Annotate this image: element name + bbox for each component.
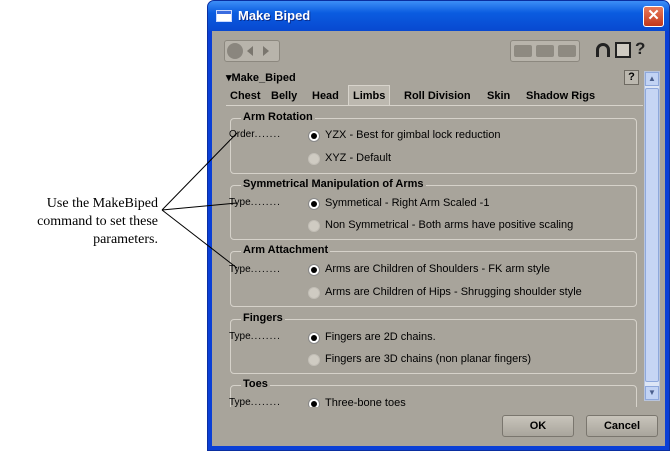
option-xyz: XYZ - Default [325,152,392,164]
tab-head[interactable]: Head [308,87,343,105]
scroll-down-icon[interactable]: ▼ [645,386,659,400]
row-label-type: Type........ [229,197,281,208]
close-button[interactable]: ✕ [643,6,664,27]
toolbar-left-group [224,40,280,62]
callout-line-1: Use the MakeBiped [46,196,158,211]
radio-arms-children-of-shoulders[interactable] [308,264,320,276]
option-yzx: YZX - Best for gimbal lock reduction [325,129,501,141]
group-symmetrical-manipulation: Symmetrical Manipulation of Arms Type...… [229,178,637,240]
option-arms-children-of-shoulders: Arms are Children of Shoulders - FK arm … [325,263,550,275]
tab-skin[interactable]: Skin [483,87,514,105]
option-fingers-2d: Fingers are 2D chains. [325,331,436,343]
group-fingers: Fingers Type........ Fingers are 2D chai… [229,312,637,374]
group-title: Arm Attachment [241,244,331,256]
make-biped-window: Make Biped ✕ ? ▾Make_Biped ? Chest Belly… [207,0,670,451]
dialog-client: ? ▾Make_Biped ? Chest Belly Head Limbs R… [212,31,665,446]
label-text: Order [229,129,255,140]
group-toes: Toes Type........ Three-bone toes [229,378,637,407]
title-bar[interactable]: Make Biped ✕ [208,1,669,31]
option-symmetical: Symmetical - Right Arm Scaled -1 [325,197,490,209]
option-non-symmetrical: Non Symmetrical - Both arms have positiv… [325,219,574,231]
label-text: Type [229,264,251,275]
ok-button[interactable]: OK [502,415,574,437]
option-three-bone-toes: Three-bone toes [325,397,406,407]
magnet-icon[interactable] [596,43,610,57]
tab-limbs[interactable]: Limbs [348,85,391,105]
arrow-left-icon[interactable] [247,46,253,56]
limbs-panel: Arm Rotation Order....... YZX - Best for… [212,111,642,407]
paste-right-icon[interactable] [558,45,576,57]
group-arm-attachment: Arm Attachment Type........ Arms are Chi… [229,244,637,307]
radio-yzx[interactable] [308,130,320,142]
scroll-up-icon[interactable]: ▲ [645,72,659,86]
copy-icon[interactable] [615,42,631,58]
group-title: Arm Rotation [241,111,315,123]
group-title: Toes [241,378,270,390]
toolbar-paste-group [510,40,580,62]
tab-underline [226,105,643,106]
cancel-button[interactable]: Cancel [586,415,658,437]
row-label-type: Type........ [229,331,281,342]
window-title: Make Biped [238,8,311,23]
paste-left-icon[interactable] [536,45,554,57]
group-title: Symmetrical Manipulation of Arms [241,178,426,190]
paste-icon[interactable] [514,45,532,57]
tab-chest[interactable]: Chest [226,87,265,105]
group-arm-rotation: Arm Rotation Order....... YZX - Best for… [229,111,637,174]
window-icon [216,10,232,22]
help-icon[interactable]: ? [635,39,645,59]
arrow-right-icon[interactable] [263,46,269,56]
wrench-icon[interactable] [227,43,243,59]
radio-arms-children-of-hips[interactable] [308,287,320,299]
callout-line-3: parameters. [93,232,158,247]
radio-fingers-2d[interactable] [308,332,320,344]
vertical-scrollbar[interactable]: ▲ ▼ [644,71,660,401]
callout-line-2: command to set these [37,214,158,229]
radio-three-bone-toes[interactable] [308,398,320,407]
tab-belly[interactable]: Belly [267,87,301,105]
row-label-type: Type........ [229,397,281,407]
radio-symmetical[interactable] [308,198,320,210]
rollout-title[interactable]: ▾Make_Biped [226,71,296,84]
option-arms-children-of-hips: Arms are Children of Hips - Shrugging sh… [325,286,582,298]
callout-text: Use the MakeBiped command to set these p… [10,195,158,249]
radio-non-symmetrical[interactable] [308,220,320,232]
label-text: Type [229,197,251,208]
scroll-thumb[interactable] [645,88,659,382]
label-text: Type [229,397,251,407]
tab-shadow-rigs[interactable]: Shadow Rigs [522,87,599,105]
tab-roll-division[interactable]: Roll Division [400,87,475,105]
row-label-type: Type........ [229,264,281,275]
label-text: Type [229,331,251,342]
radio-xyz[interactable] [308,153,320,165]
option-fingers-3d: Fingers are 3D chains (non planar finger… [325,353,532,365]
row-label-order: Order....... [229,129,282,140]
radio-fingers-3d[interactable] [308,354,320,366]
group-title: Fingers [241,312,285,324]
rollout-help-button[interactable]: ? [624,70,639,85]
